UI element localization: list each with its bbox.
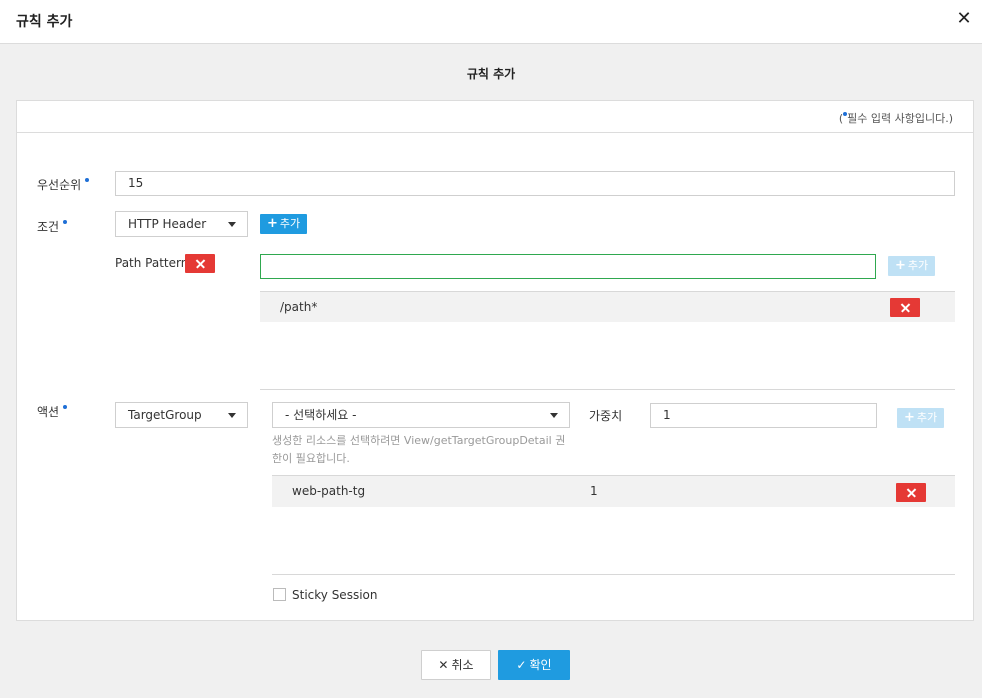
confirm-button[interactable]: ✓ 확인 xyxy=(498,650,570,680)
permission-hint-line: 생성한 리소스를 선택하려면 View/getTargetGroupDetail… xyxy=(272,434,566,447)
target-row: web-path-tg 1 xyxy=(272,475,955,507)
dialog-title: 규칙 추가 xyxy=(16,14,73,30)
plus-icon: + xyxy=(904,410,915,425)
permission-hint: 생성한 리소스를 선택하려면 View/getTargetGroupDetail… xyxy=(272,432,572,468)
path-add-label: 추가 xyxy=(907,259,929,272)
required-dot-icon xyxy=(62,405,67,409)
check-icon: ✓ xyxy=(516,658,527,672)
action-type-value: TargetGroup xyxy=(128,408,202,422)
confirm-label: 확인 xyxy=(529,658,552,672)
target-group-select-value: - 선택하세요 - xyxy=(285,408,357,422)
divider xyxy=(272,574,955,575)
required-note: (필수 입력 사항입니다.) xyxy=(839,110,953,126)
condition-label-text: 조건 xyxy=(37,220,60,234)
chevron-down-icon xyxy=(550,413,558,418)
divider xyxy=(260,389,955,390)
priority-label-text: 우선순위 xyxy=(37,178,82,192)
required-note-text: 필수 입력 사항입니다.) xyxy=(847,112,953,125)
sticky-session-label: Sticky Session xyxy=(292,588,378,602)
condition-add-button[interactable]: + 추가 xyxy=(260,214,308,234)
remove-path-button[interactable] xyxy=(890,298,920,317)
action-label-text: 액션 xyxy=(37,405,60,419)
dialog-header: 규칙 추가 ✕ xyxy=(0,0,982,44)
path-row: /path* xyxy=(260,291,955,322)
condition-label: 조건 xyxy=(37,218,67,235)
target-name: web-path-tg xyxy=(292,484,366,498)
permission-hint-line: 한이 필요합니다. xyxy=(272,452,350,465)
path-value: /path* xyxy=(280,300,318,314)
required-note-bar: (필수 입력 사항입니다.) xyxy=(17,101,973,133)
close-icon: ✕ xyxy=(438,658,449,672)
cancel-button[interactable]: ✕ 취소 xyxy=(421,650,491,680)
sticky-session-checkbox[interactable] xyxy=(273,588,286,601)
target-add-button[interactable]: + 추가 xyxy=(897,408,945,428)
weight-label: 가중치 xyxy=(589,409,623,423)
target-group-select[interactable]: - 선택하세요 - xyxy=(272,402,570,428)
action-type-select[interactable]: TargetGroup xyxy=(115,402,248,428)
remove-target-button[interactable] xyxy=(896,483,926,502)
path-pattern-input[interactable] xyxy=(260,254,876,279)
path-add-button[interactable]: + 추가 xyxy=(888,256,936,276)
rule-form-card: (필수 입력 사항입니다.) 우선순위 15 조건 HTTP Header + 추… xyxy=(16,100,974,621)
plus-icon: + xyxy=(267,216,278,231)
chevron-down-icon xyxy=(228,413,236,418)
form-subtitle: 규칙 추가 xyxy=(466,67,516,81)
target-weight: 1 xyxy=(590,484,598,498)
weight-input[interactable]: 1 xyxy=(650,403,877,428)
condition-type-select[interactable]: HTTP Header xyxy=(115,211,248,237)
remove-path-pattern-button[interactable] xyxy=(185,254,215,273)
priority-label: 우선순위 xyxy=(37,176,89,193)
target-add-label: 추가 xyxy=(916,411,938,424)
priority-input[interactable]: 15 xyxy=(115,171,955,196)
close-icon[interactable]: ✕ xyxy=(954,10,974,30)
required-dot-icon xyxy=(62,220,67,224)
plus-icon: + xyxy=(895,258,906,273)
action-label: 액션 xyxy=(37,403,67,420)
condition-type-value: HTTP Header xyxy=(128,217,207,231)
chevron-down-icon xyxy=(228,222,236,227)
condition-add-label: 추가 xyxy=(279,217,301,230)
path-pattern-label: Path Pattern xyxy=(115,256,189,270)
cancel-label: 취소 xyxy=(451,658,474,672)
required-dot-icon xyxy=(85,178,89,182)
